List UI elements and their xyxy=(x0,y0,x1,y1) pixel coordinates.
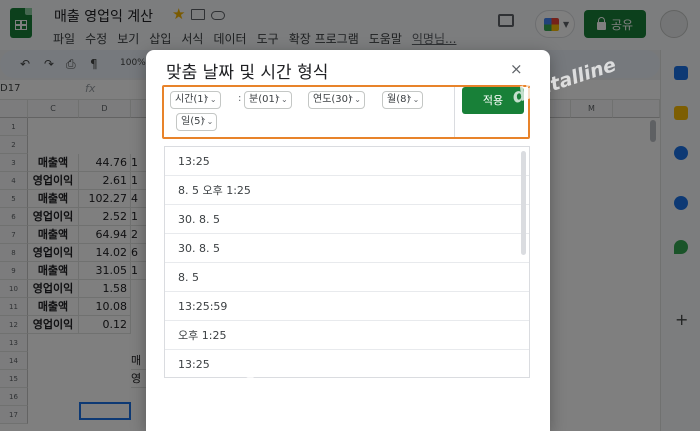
updown-icon: ⌃⌄ xyxy=(274,95,288,104)
apply-button[interactable]: 적용 xyxy=(462,87,524,114)
chip-year[interactable]: 연도(30) ⌃⌄ xyxy=(308,91,365,109)
chip-hour[interactable]: 시간(1) ⌃⌄ xyxy=(170,91,221,109)
updown-icon: ⌃⌄ xyxy=(199,117,214,126)
format-builder: 시간(1) ⌃⌄ : 분(01) ⌃⌄ 연도(30) ⌃⌄ 월(8) ⌃⌄ 일(5) ⌃⌄… xyxy=(162,85,530,139)
updown-icon: ⌃⌄ xyxy=(203,95,217,104)
list-item[interactable]: 13:25:59 xyxy=(165,292,529,321)
updown-icon: ⌃⌄ xyxy=(347,95,361,104)
dialog-title: 맞춤 날짜 및 시간 형식 xyxy=(166,63,329,83)
close-icon[interactable]: × xyxy=(510,60,523,78)
list-item[interactable]: 30. 8. 5 xyxy=(165,205,529,234)
formats-list: 13:25 8. 5 오후 1:25 30. 8. 5 30. 8. 5 8. … xyxy=(164,146,530,378)
chip-minute[interactable]: 분(01) ⌃⌄ xyxy=(244,91,292,109)
separator-colon[interactable]: : xyxy=(238,93,241,104)
chip-day[interactable]: 일(5) ⌃⌄ xyxy=(176,113,218,131)
list-item[interactable]: 8. 5 오후 1:25 xyxy=(165,176,529,205)
divider xyxy=(454,87,455,137)
chip-year-label: 연도(30) xyxy=(313,94,352,105)
list-item[interactable]: 30. 8. 5 xyxy=(165,234,529,263)
custom-datetime-dialog: 맞춤 날짜 및 시간 형식 × 시간(1) ⌃⌄ : 분(01) ⌃⌄ 연도(30)… xyxy=(146,50,550,431)
list-item[interactable]: 8. 5 xyxy=(165,263,529,292)
list-item[interactable]: 13:25 xyxy=(165,147,529,176)
list-item[interactable]: 오후 1:25 xyxy=(165,321,529,350)
list-item[interactable]: 13:25 xyxy=(165,350,529,377)
chip-month[interactable]: 월(8) ⌃⌄ xyxy=(382,91,424,109)
updown-icon: ⌃⌄ xyxy=(405,95,420,104)
list-scrollbar[interactable] xyxy=(521,151,526,255)
